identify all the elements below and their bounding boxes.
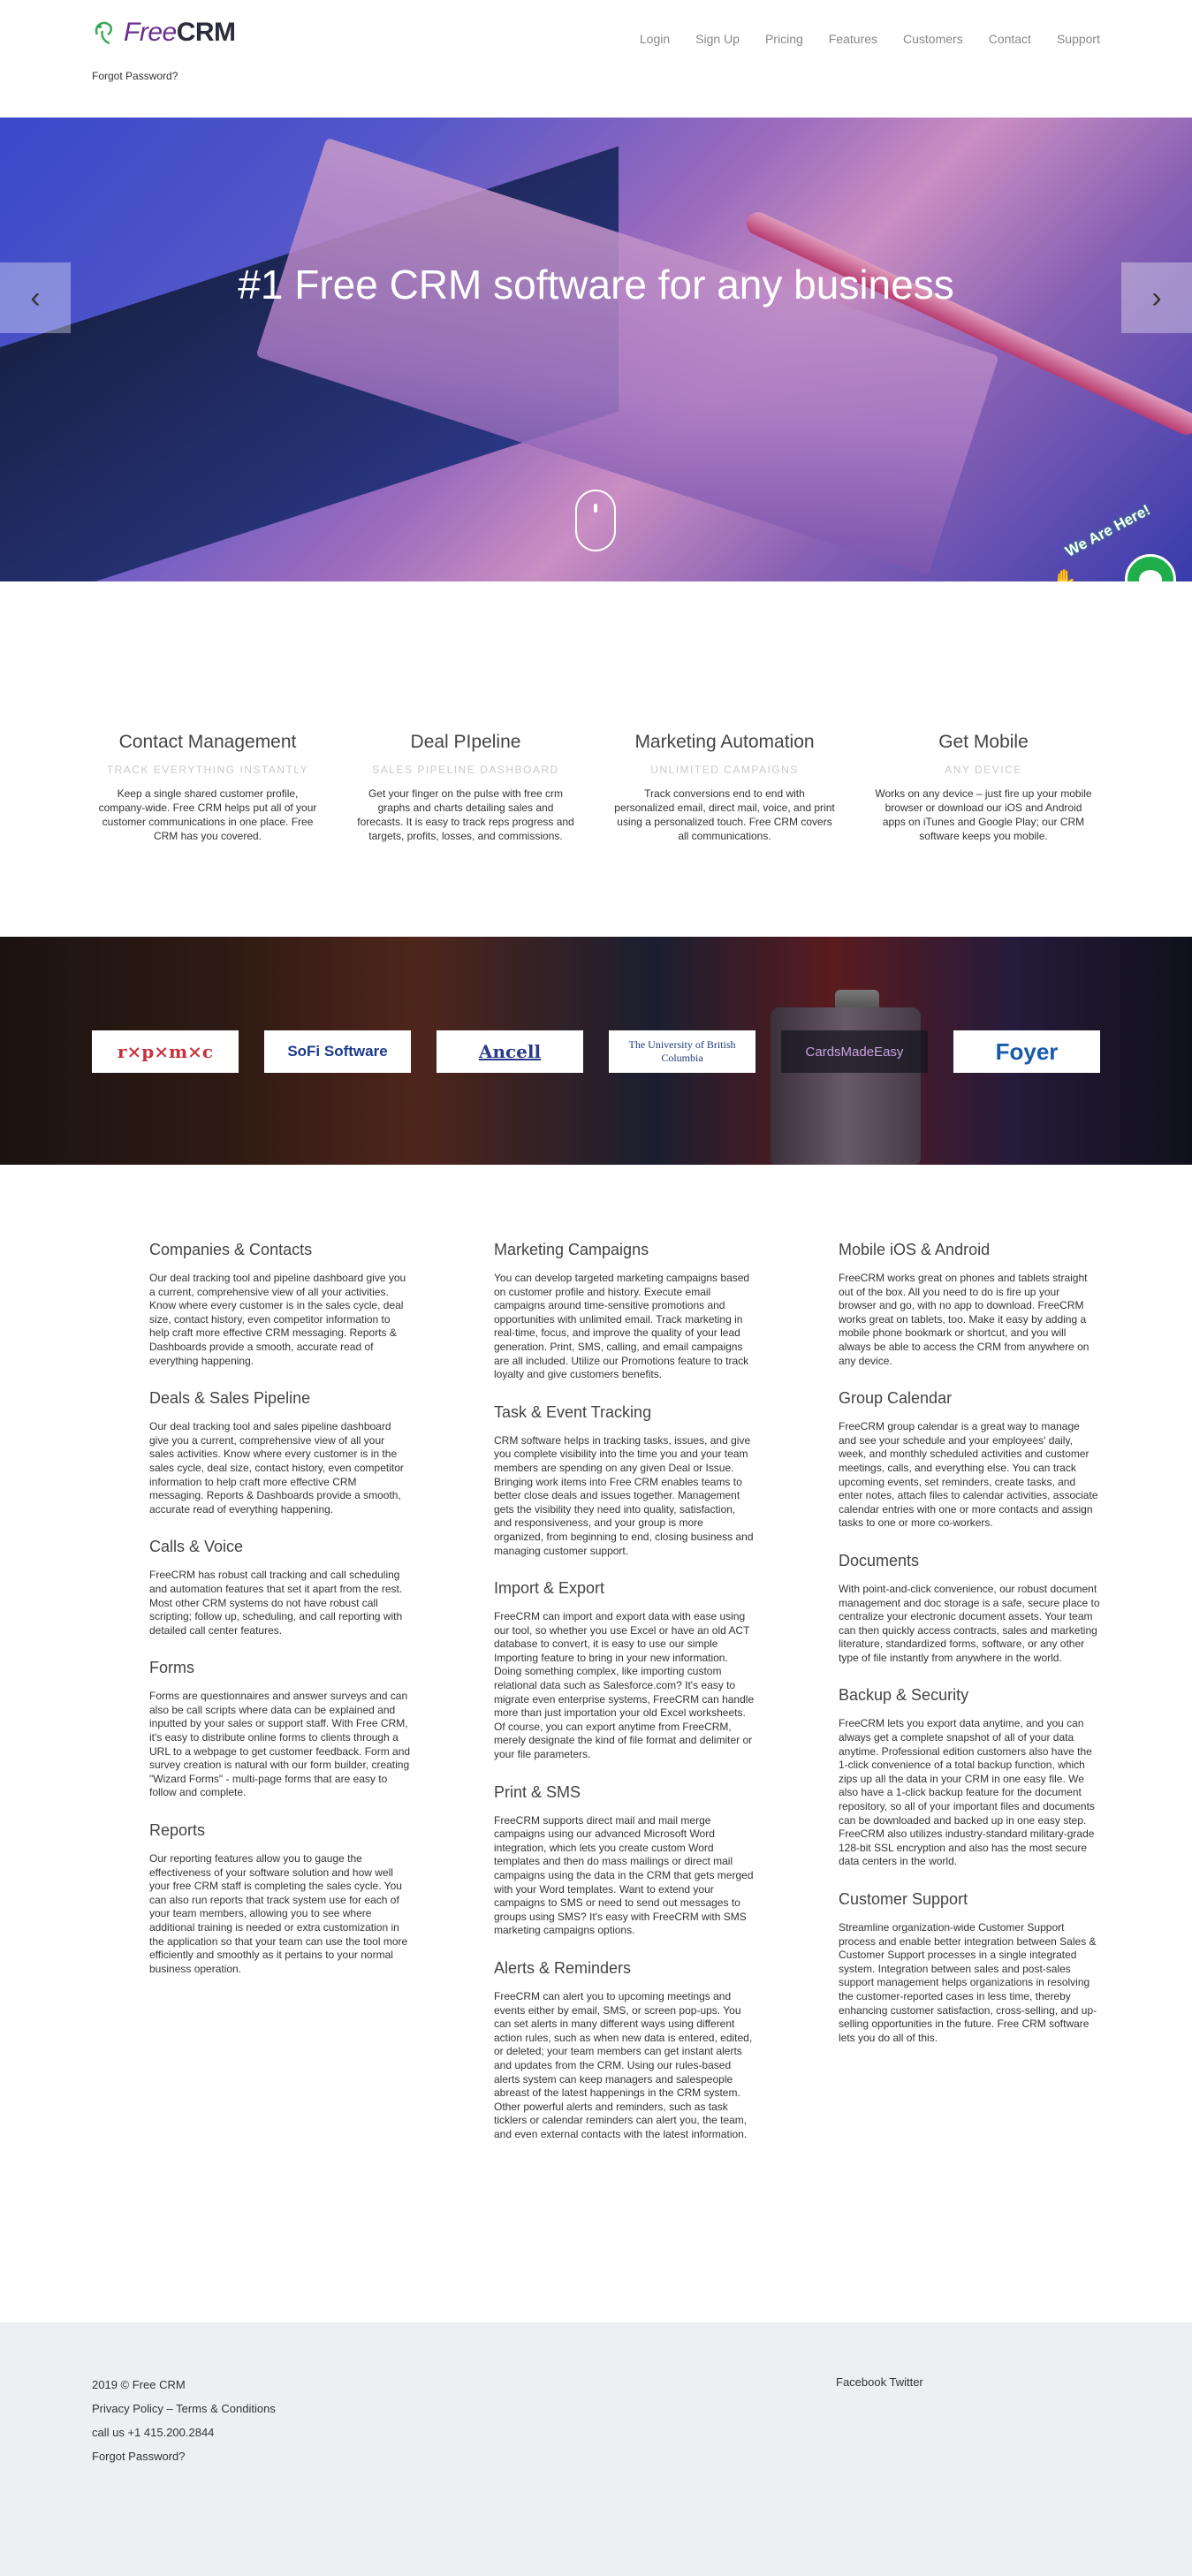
main-nav: Login Sign Up Pricing Features Customers… <box>614 32 1100 46</box>
features-section: Contact Management TRACK EVERYTHING INST… <box>0 581 1192 937</box>
client-logo-foyer: Foyer <box>953 1030 1100 1073</box>
nav-contact[interactable]: Contact <box>989 32 1031 46</box>
detail-import-export: Import & Export FreeCRM can import and ex… <box>494 1579 755 1761</box>
slider-next-button[interactable]: › <box>1121 262 1192 333</box>
nav-login[interactable]: Login <box>640 32 670 46</box>
footer-legal-links[interactable]: Privacy Policy – Terms & Conditions <box>92 2397 276 2420</box>
feature-marketing-automation: Marketing Automation UNLIMITED CAMPAIGNS… <box>614 732 835 843</box>
chevron-left-icon: ‹ <box>30 280 41 315</box>
footer-social-links[interactable]: Facebook Twitter <box>836 2375 923 2389</box>
logo-crm-text: CRM <box>176 18 236 47</box>
hero-slider: #1 Free CRM software for any business ‹ … <box>0 118 1192 581</box>
detail-task-event: Task & Event Tracking CRM software helps … <box>494 1402 754 1557</box>
client-logo-ancell: Ancell <box>437 1030 583 1073</box>
logo-free-text: Free <box>124 18 177 47</box>
logo-mark-icon <box>95 21 112 45</box>
feature-contact-management: Contact Management TRACK EVERYTHING INST… <box>97 732 318 843</box>
client-logo-sofi: SoFi Software <box>264 1030 411 1073</box>
client-logo-cardsmadeeasy: CardsMadeEasy <box>781 1030 928 1073</box>
footer-forgot-password[interactable]: Forgot Password? <box>92 2444 276 2468</box>
detail-documents: Documents With point-and-click convenienc… <box>839 1551 1100 1664</box>
site-header: FreeCRM Login Sign Up Pricing Features C… <box>0 0 1192 118</box>
chat-widget[interactable]: ✋ We Are Here! <box>1052 501 1176 581</box>
detail-alerts-reminders: Alerts & Reminders FreeCRM can alert you … <box>494 1958 753 2140</box>
feature-title: Marketing Automation <box>634 732 815 752</box>
footer-copyright: 2019 © Free CRM <box>92 2378 186 2391</box>
nav-signup[interactable]: Sign Up <box>695 32 740 46</box>
feature-subtitle: ANY DEVICE <box>945 764 1022 776</box>
client-logo-ubc: The University of British Columbia <box>609 1030 755 1073</box>
nav-customers[interactable]: Customers <box>903 32 963 46</box>
detail-companies-contacts: Companies & Contacts Our deal tracking to… <box>149 1241 406 1367</box>
details-column-3: Mobile iOS & Android FreeCRM works great … <box>839 1241 1100 2066</box>
chat-bubble-icon[interactable] <box>1125 554 1176 581</box>
feature-get-mobile: Get Mobile ANY DEVICE Works on any devic… <box>873 732 1094 843</box>
detail-mobile: Mobile iOS & Android FreeCRM works great … <box>839 1241 1090 1367</box>
chevron-right-icon: › <box>1151 280 1162 315</box>
feature-text: Keep a single shared customer profile, c… <box>98 787 317 842</box>
footer-phone: call us +1 415.200.2844 <box>92 2426 215 2439</box>
feature-subtitle: UNLIMITED CAMPAIGNS <box>650 764 799 776</box>
detail-print-sms: Print & SMS FreeCRM supports direct mail … <box>494 1782 754 1937</box>
feature-text: Track conversions end to end with person… <box>614 787 835 842</box>
nav-support[interactable]: Support <box>1057 32 1100 46</box>
hero-title: #1 Free CRM software for any business <box>238 262 954 308</box>
client-logos-band: r×p×m×c SoFi Software Ancell The Univers… <box>0 937 1192 1165</box>
detail-deals-pipeline: Deals & Sales Pipeline Our deal tracking … <box>149 1389 404 1516</box>
scroll-down-icon[interactable] <box>575 490 616 551</box>
logo[interactable]: FreeCRM <box>92 18 236 48</box>
feature-text: Works on any device – just fire up your … <box>875 787 1092 842</box>
detail-forms: Forms Forms are questionnaires and answer… <box>149 1659 411 1799</box>
feature-title: Get Mobile <box>938 732 1029 752</box>
detail-reports: Reports Our reporting features allow you … <box>149 1821 408 1975</box>
feature-details-section: Companies & Contacts Our deal tracking to… <box>0 1165 1192 2322</box>
detail-marketing-campaigns: Marketing Campaigns You can develop targe… <box>494 1241 750 1381</box>
forgot-password-link[interactable]: Forgot Password? <box>92 70 178 82</box>
nav-pricing[interactable]: Pricing <box>765 32 803 46</box>
client-logo-rpmc: r×p×m×c <box>92 1030 239 1073</box>
nav-features[interactable]: Features <box>829 32 877 46</box>
feature-text: Get your finger on the pulse with free c… <box>357 787 574 842</box>
feature-title: Contact Management <box>118 732 297 752</box>
site-footer: 2019 © Free CRM Privacy Policy – Terms &… <box>0 2322 1192 2576</box>
detail-calls-voice: Calls & Voice FreeCRM has robust call tra… <box>149 1538 403 1637</box>
waving-hand-icon: ✋ <box>1052 568 1077 581</box>
feature-subtitle: TRACK EVERYTHING INSTANTLY <box>106 764 309 776</box>
slider-prev-button[interactable]: ‹ <box>0 262 71 333</box>
detail-customer-support: Customer Support Streamline organization-… <box>839 1890 1097 2044</box>
detail-group-calendar: Group Calendar FreeCRM group calendar is … <box>839 1389 1098 1530</box>
detail-backup-security: Backup & Security FreeCRM lets you export… <box>839 1686 1095 1868</box>
details-column-2: Marketing Campaigns You can develop targe… <box>494 1241 755 2163</box>
feature-title: Deal PIpeline <box>410 732 521 752</box>
feature-deal-pipeline: Deal PIpeline SALES PIPELINE DASHBOARD G… <box>355 732 576 843</box>
details-column-1: Companies & Contacts Our deal tracking to… <box>149 1241 411 1997</box>
feature-subtitle: SALES PIPELINE DASHBOARD <box>372 764 559 776</box>
